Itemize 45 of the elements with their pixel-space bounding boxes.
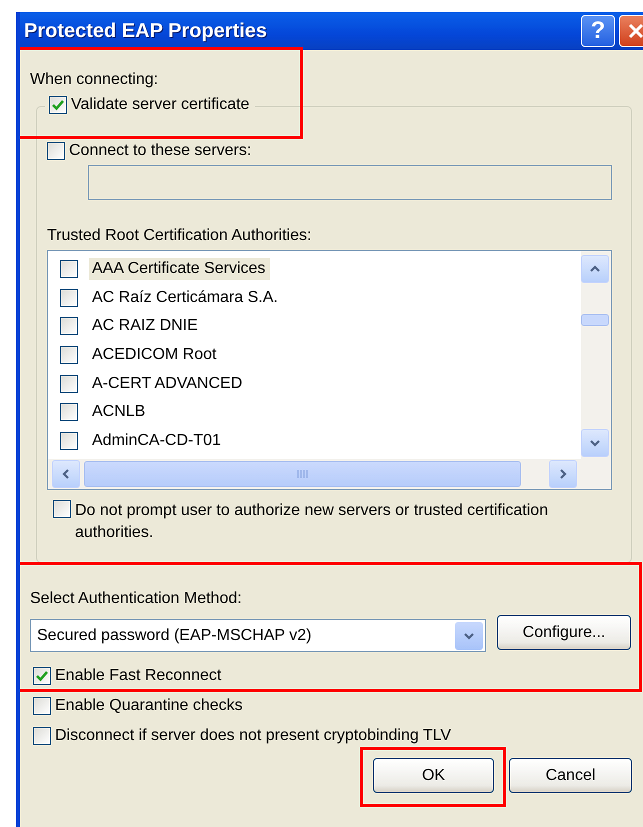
checkbox-label: Enable Quarantine checks [55, 696, 243, 716]
list-item[interactable]: AdminCA-CD-T01 [89, 430, 226, 452]
checkbox[interactable] [60, 346, 78, 364]
checkbox-label: Do not prompt user to authorize new servers or trusted certification authorities. [75, 501, 550, 543]
checkbox[interactable] [53, 500, 71, 518]
scrollbar-corner [581, 459, 611, 489]
checkbox-label: Connect to these servers: [69, 141, 252, 161]
checkbox[interactable] [33, 727, 51, 745]
checkbox[interactable] [60, 317, 78, 336]
list-item[interactable]: A-CERT ADVANCED [89, 372, 248, 395]
checkmark-icon [36, 670, 48, 682]
checkbox[interactable] [60, 260, 78, 278]
method-dropdown[interactable]: Secured password (EAP-MSCHAP v2) [30, 619, 486, 652]
close-icon [627, 22, 643, 40]
section-label: Trusted Root Certification Authorities: [47, 226, 312, 246]
checkbox-label: Enable Fast Reconnect [55, 666, 222, 686]
section-label: When connecting: [30, 70, 160, 90]
list-item[interactable]: AC RAIZ DNIE [89, 315, 203, 338]
scroll-thumb[interactable] [581, 314, 609, 326]
checkbox-label: Disconnect if server does not present cryptobinding TLV [55, 726, 452, 746]
list-item[interactable]: ACNLB [89, 401, 150, 424]
list-item[interactable]: ACEDICOM Root [89, 344, 222, 366]
configure-button[interactable]: Configure... [497, 615, 631, 650]
close-button[interactable] [619, 15, 643, 47]
dialog-button[interactable]: Cancel [509, 758, 632, 793]
dialog-button[interactable]: OK [373, 758, 494, 793]
checkbox[interactable] [33, 697, 51, 715]
checkbox[interactable] [33, 667, 51, 685]
vertical-scrollbar[interactable] [581, 251, 611, 459]
window-title: Protected EAP Properties [24, 20, 268, 42]
checkbox[interactable] [60, 288, 78, 307]
checkbox[interactable] [60, 432, 78, 450]
grip-icon [296, 469, 308, 479]
checkbox[interactable] [47, 142, 65, 160]
checkbox[interactable] [49, 96, 67, 114]
list-item[interactable]: AC Raíz Certicámara S.A. [89, 286, 283, 309]
section-label: Select Authentication Method: [30, 589, 243, 609]
help-button[interactable]: ? [581, 15, 615, 47]
horizontal-scrollbar[interactable] [48, 459, 581, 489]
checkbox[interactable] [60, 403, 78, 422]
list-item[interactable]: AAA Certificate Services [89, 258, 270, 280]
checkmark-icon [52, 99, 64, 111]
checkbox[interactable] [60, 374, 78, 393]
checkbox-label: Validate server certificate [71, 95, 250, 115]
scroll-thumb[interactable] [84, 461, 521, 487]
